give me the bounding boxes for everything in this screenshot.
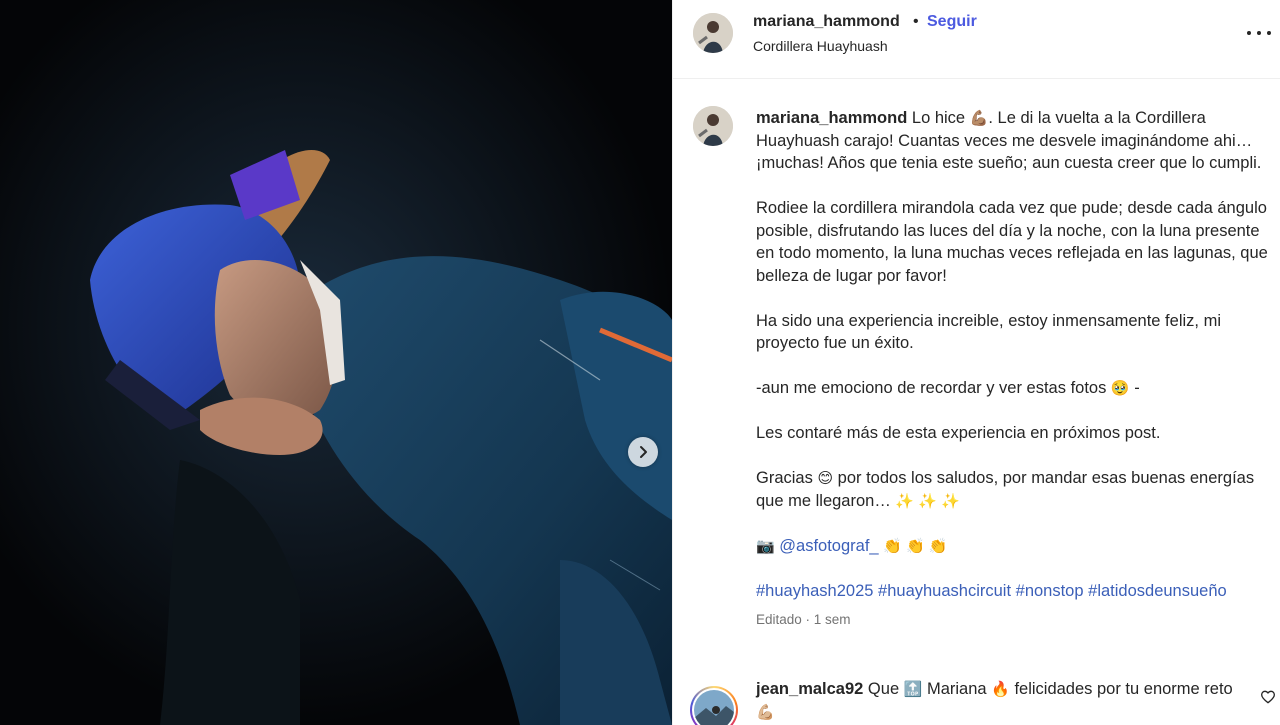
like-comment-heart-icon[interactable] bbox=[1260, 689, 1276, 705]
camera-emoji: 📷 bbox=[756, 537, 775, 555]
caption-line: -aun me emociono de recordar y ver estas… bbox=[756, 379, 1111, 397]
post-header: mariana_hammond • Seguir Cordillera Huay… bbox=[673, 0, 1280, 79]
smiling-face-emoji: 😊 bbox=[817, 470, 834, 487]
caption-line: - bbox=[1129, 379, 1140, 397]
photographer-mention-link[interactable]: @asfotograf_ bbox=[779, 537, 878, 555]
caption-line: Lo hice bbox=[911, 109, 970, 127]
post-dialog: mariana_hammond • Seguir Cordillera Huay… bbox=[0, 0, 1280, 725]
commenter-avatar[interactable] bbox=[690, 686, 738, 725]
chevron-right-icon bbox=[640, 446, 647, 458]
next-photo-button[interactable] bbox=[628, 437, 658, 467]
runner-photo bbox=[0, 0, 672, 725]
comment-line: Mariana bbox=[922, 680, 992, 698]
post-location[interactable]: Cordillera Huayhuash bbox=[753, 38, 888, 54]
clapping-hands-emoji: 👏 👏 👏 bbox=[883, 537, 948, 555]
fire-emoji: 🔥 bbox=[991, 681, 1010, 698]
hashtag-link[interactable]: #huayhuashcircuit bbox=[878, 582, 1011, 600]
author-username[interactable]: mariana_hammond bbox=[753, 13, 900, 31]
caption-author-avatar[interactable] bbox=[693, 106, 733, 146]
flexed-arm-emoji: 💪🏼 bbox=[756, 703, 775, 721]
post-photo[interactable] bbox=[0, 0, 672, 725]
caption-section: mariana_hammond Lo hice 💪🏽. Le di la vue… bbox=[673, 79, 1280, 725]
comment-line: felicidades por tu enorme reto bbox=[1009, 680, 1233, 698]
follow-button[interactable]: Seguir bbox=[927, 13, 977, 31]
post-edited-time: Editado · 1 sem bbox=[756, 611, 851, 627]
more-options-icon[interactable] bbox=[1247, 25, 1271, 41]
caption-paragraph: Les contaré más de esta experiencia en p… bbox=[756, 424, 1161, 442]
caption-paragraph: Ha sido una experiencia increible, estoy… bbox=[756, 311, 1221, 353]
teary-face-emoji: 🥹 bbox=[1110, 380, 1130, 397]
top-arrow-emoji: 🔝 bbox=[903, 681, 923, 698]
caption-text: mariana_hammond Lo hice 💪🏽. Le di la vue… bbox=[756, 107, 1276, 631]
separator-dot: • bbox=[913, 13, 919, 30]
caption-line: Gracias bbox=[756, 469, 818, 487]
caption-paragraph: Rodiee la cordillera mirandola cada vez … bbox=[756, 199, 1268, 285]
flexed-arm-emoji: 💪🏽 bbox=[969, 110, 989, 127]
comment-line: Que bbox=[863, 680, 904, 698]
post-details-panel: mariana_hammond • Seguir Cordillera Huay… bbox=[672, 0, 1280, 725]
comment-item: jean_malca92 Que 🔝 Mariana 🔥 felicidades… bbox=[673, 671, 1280, 725]
author-avatar[interactable] bbox=[693, 13, 733, 53]
caption-username[interactable]: mariana_hammond bbox=[756, 109, 907, 127]
hashtag-link[interactable]: #latidosdeunsueño bbox=[1088, 582, 1227, 600]
sparkles-emoji: ✨ ✨ ✨ bbox=[895, 492, 960, 510]
hashtag-link[interactable]: #huayhash2025 bbox=[756, 582, 873, 600]
comment-text: jean_malca92 Que 🔝 Mariana 🔥 felicidades… bbox=[756, 678, 1236, 723]
commenter-username[interactable]: jean_malca92 bbox=[756, 680, 863, 698]
hashtag-link[interactable]: #nonstop bbox=[1016, 582, 1084, 600]
